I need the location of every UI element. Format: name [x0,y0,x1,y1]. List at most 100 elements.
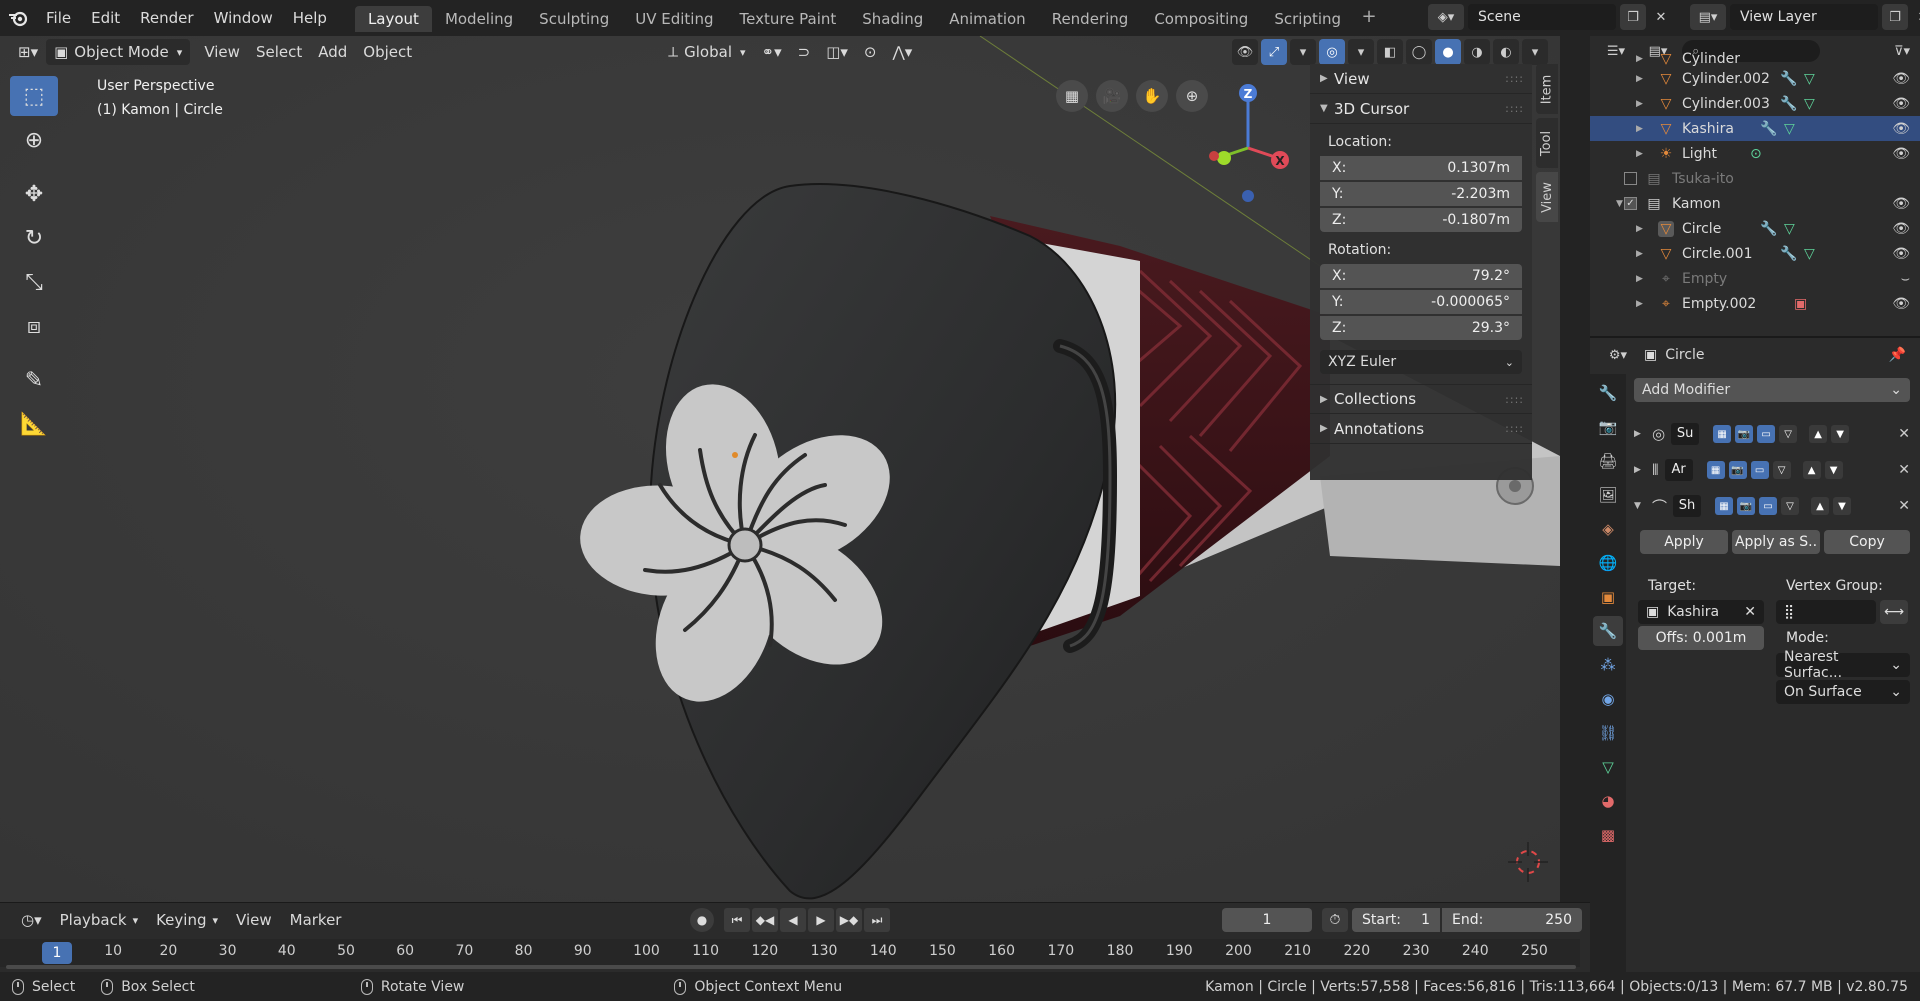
tab-view[interactable]: View [1536,172,1558,222]
pivot-point-icon[interactable]: ⚭▾ [754,39,790,65]
move-down-icon[interactable]: ▼ [1831,425,1850,443]
rotate-tool-icon[interactable]: ↻ [10,218,58,258]
cursor-rotation-z-field[interactable]: Z: 29.3° [1320,316,1522,340]
editmode-toggle-icon[interactable]: ▦ [1713,425,1732,443]
gizmo-dropdown-icon[interactable]: ▾ [1290,39,1316,65]
outliner-row[interactable]: ▶ ▽ Kashira 🔧 ▽ 👁 [1590,116,1920,141]
view-panel-header[interactable]: ▶ View :::: [1310,64,1532,94]
data-tab-icon[interactable]: ▽ [1593,752,1623,782]
cage-toggle-icon[interactable]: ▽ [1772,461,1791,479]
viewport-toggle-icon[interactable]: ▭ [1750,461,1769,479]
cursor-tool-icon[interactable]: ⊕ [10,120,58,160]
menu-window[interactable]: Window [204,0,283,36]
render-toggle-icon[interactable]: 📷 [1728,461,1747,479]
drag-grip-icon[interactable]: :::: [1505,102,1524,115]
playhead-frame-indicator[interactable]: 1 [42,942,72,964]
pan-hand-icon[interactable]: ✋ [1136,80,1168,112]
snap-target-icon[interactable]: ◫▾ [818,39,856,65]
outliner-row[interactable]: ▶ ▽ Circle.001 🔧 ▽ 👁 [1590,241,1920,266]
solid-shading-icon[interactable]: ● [1435,39,1461,65]
collapsed-arrow-icon[interactable]: ▶ [1634,429,1648,439]
expanded-arrow-icon[interactable]: ▼ [1634,501,1648,511]
gizmo-toggle-icon[interactable]: ⤢ [1261,39,1287,65]
tab-animation[interactable]: Animation [936,6,1038,32]
outliner-item-name[interactable]: Kashira [1682,121,1734,137]
3d-viewport[interactable]: ⊞▾ ▣ Object Mode ▾ View Select Add Objec… [0,36,1560,902]
mesh-data-icon[interactable]: ▽ [1804,71,1815,87]
wrap-method-select[interactable]: Nearest Surfac... ⌄ [1776,649,1910,681]
hidden-eye-icon[interactable]: ⌣ [1901,271,1910,287]
constraints-tab-icon[interactable]: ⛓ [1593,718,1623,748]
blender-logo-icon[interactable] [0,0,36,36]
outliner-row[interactable]: ▶ ☀ Light ⊙ 👁 [1590,141,1920,166]
cage-toggle-icon[interactable]: ▽ [1781,497,1800,515]
wireframe-shading-icon[interactable]: ◯ [1406,39,1432,65]
outliner-row[interactable]: ▶ ▽ Cylinder.003 🔧 ▽ 👁 [1590,91,1920,116]
mesh-data-icon[interactable]: ▽ [1784,121,1795,137]
modifier-tab-icon[interactable]: 🔧 [1593,616,1623,646]
measure-tool-icon[interactable]: 📐 [10,404,58,444]
tab-tool[interactable]: Tool [1536,118,1558,168]
exclude-checkbox[interactable]: ✓ [1624,197,1637,210]
render-tab-icon[interactable]: 📷 [1593,412,1623,442]
apply-button[interactable]: Apply [1640,530,1728,554]
cursor-location-x-field[interactable]: X: 0.1307m [1320,156,1522,180]
select-box-tool-icon[interactable]: ⬚ [10,76,58,116]
world-tab-icon[interactable]: 🌐 [1593,548,1623,578]
annotate-tool-icon[interactable]: ✎ [10,360,58,400]
editmode-toggle-icon[interactable]: ▦ [1715,497,1734,515]
proportional-falloff-icon[interactable]: ⋀▾ [885,39,921,65]
rotation-mode-select[interactable]: XYZ Euler ⌄ [1320,350,1522,374]
timeline-editor-type-icon[interactable]: ◷▾ [12,907,51,933]
outliner-item-name[interactable]: Empty.002 [1682,296,1756,312]
frame-ruler[interactable]: 10 20 30 40 50 60 70 80 90 100 110 120 130 140 150 160 1… [0,939,1580,967]
delete-scene-icon[interactable]: ✕ [1648,4,1674,30]
move-down-icon[interactable]: ▼ [1833,497,1852,515]
modifier-icon[interactable]: 🔧 [1760,121,1777,137]
invert-icon[interactable]: ⟷ [1880,600,1908,624]
cage-toggle-icon[interactable]: ▽ [1779,425,1798,443]
texture-tab-icon[interactable]: ▩ [1593,820,1623,850]
outliner-row[interactable]: ▶ ▽ Cylinder [1590,51,1920,67]
grid-view-icon[interactable]: ▦ [1056,80,1088,112]
visible-eye-icon[interactable]: 👁 [1892,296,1910,312]
image-empty-icon[interactable]: ▣ [1794,296,1807,312]
modifier-icon[interactable]: 🔧 [1780,71,1797,87]
cursor-rotation-y-field[interactable]: Y: -0.000065° [1320,290,1522,314]
modifier-icon[interactable]: 🔧 [1760,221,1777,237]
clear-icon[interactable]: ✕ [1744,604,1756,620]
tab-shading[interactable]: Shading [849,6,936,32]
outliner-item-name[interactable]: Tsuka-ito [1672,171,1734,187]
outliner-row[interactable]: ▤ Tsuka-ito [1590,166,1920,191]
pin-icon[interactable]: 📌 [1889,347,1906,363]
3d-cursor-panel-header[interactable]: ▼ 3D Cursor :::: [1310,94,1532,124]
timeline-scrollbar[interactable] [6,965,1576,969]
outliner-row[interactable]: ▶ ▽ Cylinder.002 🔧 ▽ 👁 [1590,66,1920,91]
proportional-edit-icon[interactable]: ⊙ [856,39,885,65]
viewport-toggle-icon[interactable]: ▭ [1759,497,1778,515]
tab-uv-editing[interactable]: UV Editing [622,6,726,32]
timeline-menu-view[interactable]: View [227,907,281,933]
move-up-icon[interactable]: ▲ [1802,461,1821,479]
tab-layout[interactable]: Layout [354,6,432,32]
mesh-data-icon[interactable]: ▽ [1804,96,1815,112]
cursor-location-z-field[interactable]: Z: -0.1807m [1320,208,1522,232]
mode-selector[interactable]: ▣ Object Mode ▾ [46,39,191,65]
physics-tab-icon[interactable]: ◉ [1593,684,1623,714]
modifier-surface-deform-row[interactable]: ▶ ◎ Su ▦ 📷 ▭ ▽ ▲ ▼ ✕ [1634,416,1914,452]
collapsed-arrow-icon[interactable]: ▶ [1634,465,1648,475]
mesh-data-icon[interactable]: ▽ [1804,246,1815,262]
expand-arrow-icon[interactable]: ▶ [1636,149,1643,159]
expand-arrow-icon[interactable]: ▶ [1636,274,1643,284]
outliner-row[interactable]: ▼ ✓ ▤ Kamon 👁 [1590,191,1920,216]
material-tab-icon[interactable]: ◕ [1593,786,1623,816]
modifier-armature-row[interactable]: ▶ ⦀ Ar ▦ 📷 ▭ ▽ ▲ ▼ ✕ [1634,452,1914,488]
overlay-toggle-icon[interactable]: ◎ [1319,39,1345,65]
delete-view-layer-icon[interactable]: ✕ [1910,4,1920,30]
transform-tool-icon[interactable]: ⧈ [10,306,58,346]
drag-grip-icon[interactable]: :::: [1505,393,1524,406]
view-layer-tab-icon[interactable]: 🖼 [1593,480,1623,510]
visible-eye-icon[interactable]: 👁 [1892,71,1910,87]
axis-navigation-gizmo[interactable]: Z X [1180,76,1310,206]
tab-modeling[interactable]: Modeling [432,6,526,32]
